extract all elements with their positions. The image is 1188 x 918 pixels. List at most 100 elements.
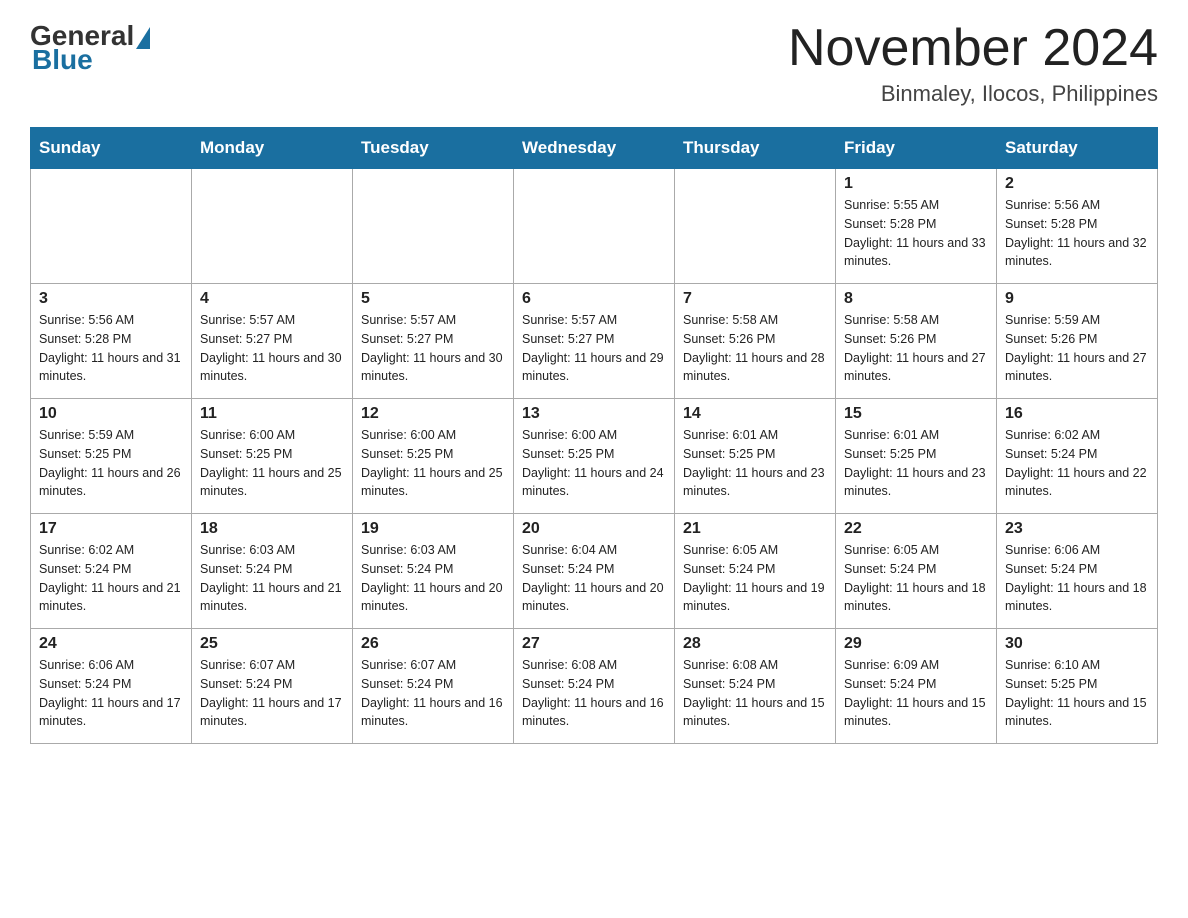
day-info: Sunrise: 6:00 AMSunset: 5:25 PMDaylight:… bbox=[200, 426, 344, 501]
day-number: 17 bbox=[39, 520, 183, 538]
table-row: 30 Sunrise: 6:10 AMSunset: 5:25 PMDayligh… bbox=[997, 629, 1158, 744]
day-info: Sunrise: 6:02 AMSunset: 5:24 PMDaylight:… bbox=[1005, 426, 1149, 501]
day-info: Sunrise: 6:00 AMSunset: 5:25 PMDaylight:… bbox=[522, 426, 666, 501]
day-info: Sunrise: 6:08 AMSunset: 5:24 PMDaylight:… bbox=[683, 656, 827, 731]
logo: General Blue bbox=[30, 20, 150, 76]
day-number: 30 bbox=[1005, 635, 1149, 653]
calendar-week-row: 17 Sunrise: 6:02 AMSunset: 5:24 PMDayligh… bbox=[31, 514, 1158, 629]
col-sunday: Sunday bbox=[31, 128, 192, 169]
table-row: 7Sunrise: 5:58 AMSunset: 5:26 PMDaylight… bbox=[675, 284, 836, 399]
day-info: Sunrise: 6:07 AMSunset: 5:24 PMDaylight:… bbox=[200, 656, 344, 731]
table-row bbox=[675, 169, 836, 284]
page-header: General Blue November 2024 Binmaley, Ilo… bbox=[30, 20, 1158, 107]
col-friday: Friday bbox=[836, 128, 997, 169]
day-info: Sunrise: 6:06 AMSunset: 5:24 PMDaylight:… bbox=[1005, 541, 1149, 616]
calendar-week-row: 3Sunrise: 5:56 AMSunset: 5:28 PMDaylight… bbox=[31, 284, 1158, 399]
day-number: 4 bbox=[200, 290, 344, 308]
day-info: Sunrise: 6:00 AMSunset: 5:25 PMDaylight:… bbox=[361, 426, 505, 501]
day-info: Sunrise: 6:04 AMSunset: 5:24 PMDaylight:… bbox=[522, 541, 666, 616]
col-saturday: Saturday bbox=[997, 128, 1158, 169]
day-info: Sunrise: 5:58 AMSunset: 5:26 PMDaylight:… bbox=[844, 311, 988, 386]
day-info: Sunrise: 5:59 AMSunset: 5:25 PMDaylight:… bbox=[39, 426, 183, 501]
calendar-week-row: 24 Sunrise: 6:06 AMSunset: 5:24 PMDayligh… bbox=[31, 629, 1158, 744]
day-info: Sunrise: 6:10 AMSunset: 5:25 PMDaylight:… bbox=[1005, 656, 1149, 731]
table-row: 13 Sunrise: 6:00 AMSunset: 5:25 PMDayligh… bbox=[514, 399, 675, 514]
day-info: Sunrise: 6:06 AMSunset: 5:24 PMDaylight:… bbox=[39, 656, 183, 731]
day-number: 22 bbox=[844, 520, 988, 538]
day-number: 29 bbox=[844, 635, 988, 653]
table-row: 12 Sunrise: 6:00 AMSunset: 5:25 PMDayligh… bbox=[353, 399, 514, 514]
day-number: 25 bbox=[200, 635, 344, 653]
day-number: 20 bbox=[522, 520, 666, 538]
day-number: 11 bbox=[200, 405, 344, 423]
main-title: November 2024 bbox=[788, 20, 1158, 77]
day-info: Sunrise: 6:08 AMSunset: 5:24 PMDaylight:… bbox=[522, 656, 666, 731]
day-info: Sunrise: 5:57 AMSunset: 5:27 PMDaylight:… bbox=[522, 311, 666, 386]
day-number: 24 bbox=[39, 635, 183, 653]
table-row: 11 Sunrise: 6:00 AMSunset: 5:25 PMDayligh… bbox=[192, 399, 353, 514]
col-tuesday: Tuesday bbox=[353, 128, 514, 169]
table-row: 24 Sunrise: 6:06 AMSunset: 5:24 PMDayligh… bbox=[31, 629, 192, 744]
day-number: 8 bbox=[844, 290, 988, 308]
table-row: 26 Sunrise: 6:07 AMSunset: 5:24 PMDayligh… bbox=[353, 629, 514, 744]
day-info: Sunrise: 6:01 AMSunset: 5:25 PMDaylight:… bbox=[844, 426, 988, 501]
day-number: 1 bbox=[844, 175, 988, 193]
day-number: 23 bbox=[1005, 520, 1149, 538]
title-section: November 2024 Binmaley, Ilocos, Philippi… bbox=[788, 20, 1158, 107]
day-number: 14 bbox=[683, 405, 827, 423]
table-row: 17 Sunrise: 6:02 AMSunset: 5:24 PMDayligh… bbox=[31, 514, 192, 629]
day-number: 12 bbox=[361, 405, 505, 423]
day-number: 16 bbox=[1005, 405, 1149, 423]
col-monday: Monday bbox=[192, 128, 353, 169]
table-row bbox=[192, 169, 353, 284]
table-row bbox=[514, 169, 675, 284]
col-wednesday: Wednesday bbox=[514, 128, 675, 169]
day-number: 9 bbox=[1005, 290, 1149, 308]
col-thursday: Thursday bbox=[675, 128, 836, 169]
day-info: Sunrise: 6:02 AMSunset: 5:24 PMDaylight:… bbox=[39, 541, 183, 616]
day-number: 18 bbox=[200, 520, 344, 538]
day-number: 26 bbox=[361, 635, 505, 653]
table-row bbox=[353, 169, 514, 284]
table-row: 6 Sunrise: 5:57 AMSunset: 5:27 PMDaylight… bbox=[514, 284, 675, 399]
day-number: 10 bbox=[39, 405, 183, 423]
table-row: 14 Sunrise: 6:01 AMSunset: 5:25 PMDayligh… bbox=[675, 399, 836, 514]
table-row: 1 Sunrise: 5:55 AMSunset: 5:28 PMDaylight… bbox=[836, 169, 997, 284]
table-row: 3Sunrise: 5:56 AMSunset: 5:28 PMDaylight… bbox=[31, 284, 192, 399]
table-row: 15 Sunrise: 6:01 AMSunset: 5:25 PMDayligh… bbox=[836, 399, 997, 514]
table-row: 4Sunrise: 5:57 AMSunset: 5:27 PMDaylight… bbox=[192, 284, 353, 399]
table-row: 29 Sunrise: 6:09 AMSunset: 5:24 PMDayligh… bbox=[836, 629, 997, 744]
day-number: 13 bbox=[522, 405, 666, 423]
table-row: 19Sunrise: 6:03 AMSunset: 5:24 PMDayligh… bbox=[353, 514, 514, 629]
table-row: 10 Sunrise: 5:59 AMSunset: 5:25 PMDayligh… bbox=[31, 399, 192, 514]
day-number: 21 bbox=[683, 520, 827, 538]
table-row: 27 Sunrise: 6:08 AMSunset: 5:24 PMDayligh… bbox=[514, 629, 675, 744]
table-row: 8 Sunrise: 5:58 AMSunset: 5:26 PMDaylight… bbox=[836, 284, 997, 399]
table-row: 25 Sunrise: 6:07 AMSunset: 5:24 PMDayligh… bbox=[192, 629, 353, 744]
day-info: Sunrise: 5:59 AMSunset: 5:26 PMDaylight:… bbox=[1005, 311, 1149, 386]
day-info: Sunrise: 6:07 AMSunset: 5:24 PMDaylight:… bbox=[361, 656, 505, 731]
table-row: 23 Sunrise: 6:06 AMSunset: 5:24 PMDayligh… bbox=[997, 514, 1158, 629]
table-row: 28 Sunrise: 6:08 AMSunset: 5:24 PMDayligh… bbox=[675, 629, 836, 744]
calendar-week-row: 1 Sunrise: 5:55 AMSunset: 5:28 PMDaylight… bbox=[31, 169, 1158, 284]
day-info: Sunrise: 5:57 AMSunset: 5:27 PMDaylight:… bbox=[361, 311, 505, 386]
day-info: Sunrise: 5:55 AMSunset: 5:28 PMDaylight:… bbox=[844, 196, 988, 271]
day-number: 28 bbox=[683, 635, 827, 653]
table-row: 22 Sunrise: 6:05 AMSunset: 5:24 PMDayligh… bbox=[836, 514, 997, 629]
day-number: 27 bbox=[522, 635, 666, 653]
day-number: 2 bbox=[1005, 175, 1149, 193]
table-row: 2Sunrise: 5:56 AMSunset: 5:28 PMDaylight… bbox=[997, 169, 1158, 284]
day-number: 5 bbox=[361, 290, 505, 308]
calendar-table: Sunday Monday Tuesday Wednesday Thursday… bbox=[30, 127, 1158, 744]
calendar-header-row: Sunday Monday Tuesday Wednesday Thursday… bbox=[31, 128, 1158, 169]
day-info: Sunrise: 6:09 AMSunset: 5:24 PMDaylight:… bbox=[844, 656, 988, 731]
day-info: Sunrise: 5:58 AMSunset: 5:26 PMDaylight:… bbox=[683, 311, 827, 386]
day-number: 6 bbox=[522, 290, 666, 308]
day-info: Sunrise: 6:05 AMSunset: 5:24 PMDaylight:… bbox=[844, 541, 988, 616]
table-row: 9 Sunrise: 5:59 AMSunset: 5:26 PMDaylight… bbox=[997, 284, 1158, 399]
table-row: 16 Sunrise: 6:02 AMSunset: 5:24 PMDayligh… bbox=[997, 399, 1158, 514]
day-number: 15 bbox=[844, 405, 988, 423]
day-info: Sunrise: 6:01 AMSunset: 5:25 PMDaylight:… bbox=[683, 426, 827, 501]
table-row: 5 Sunrise: 5:57 AMSunset: 5:27 PMDaylight… bbox=[353, 284, 514, 399]
day-info: Sunrise: 6:05 AMSunset: 5:24 PMDaylight:… bbox=[683, 541, 827, 616]
